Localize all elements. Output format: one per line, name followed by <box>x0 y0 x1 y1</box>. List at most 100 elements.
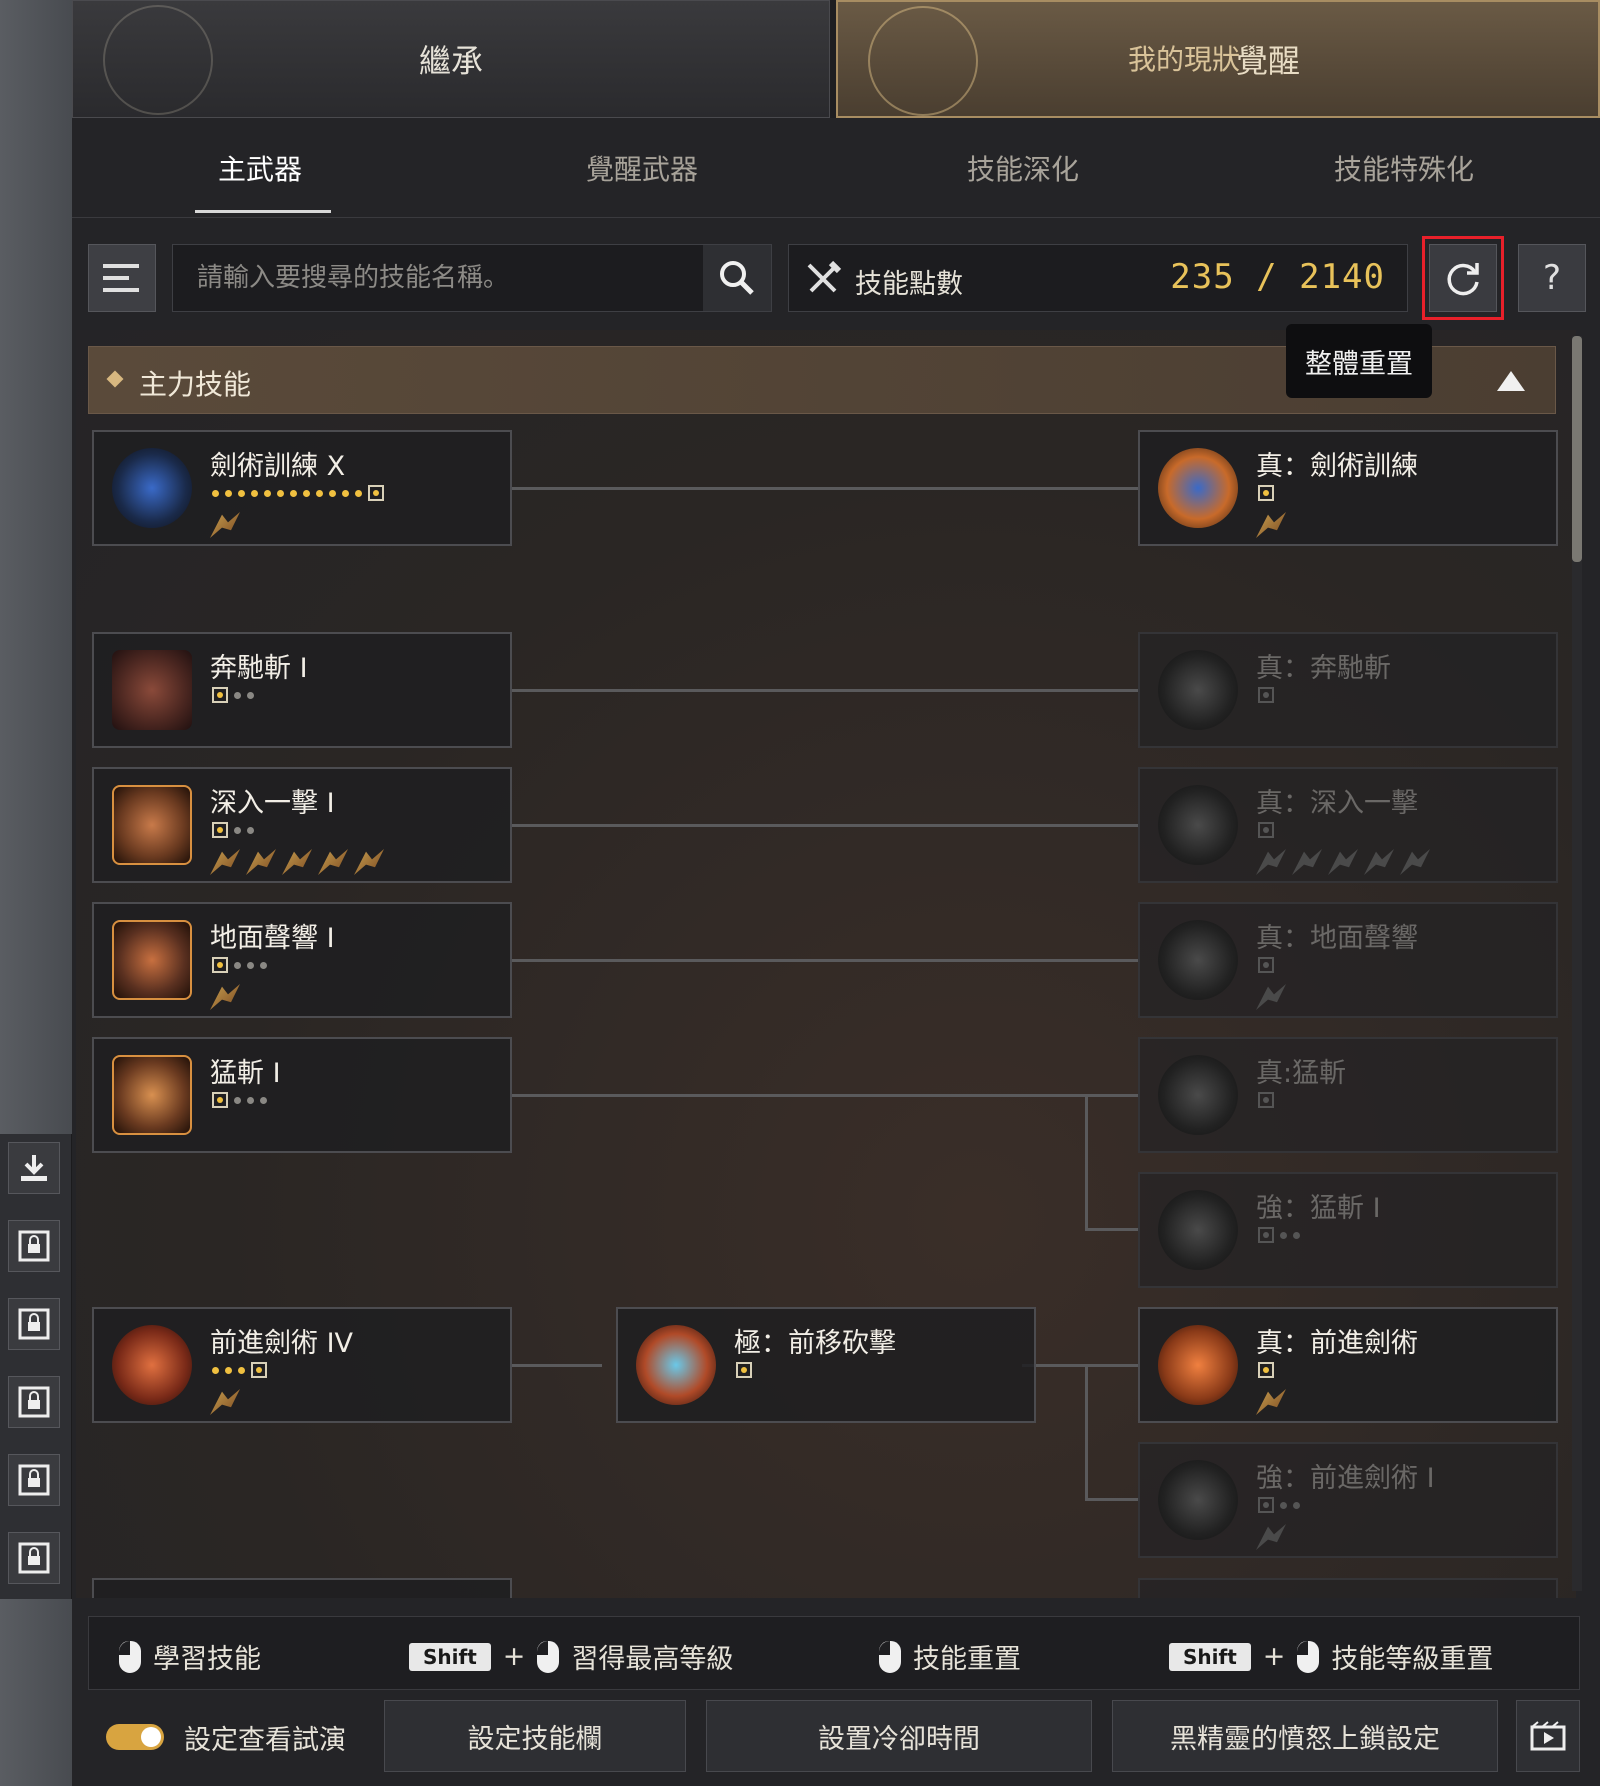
advance-sword-true-icon <box>1158 1325 1238 1405</box>
skill-effects <box>210 1389 240 1415</box>
skill-name: 猛斬 I <box>210 1058 281 1089</box>
status-label: 我的現狀 <box>1128 43 1241 76</box>
rage-lock-button[interactable]: 黑精靈的憤怒上鎖設定 <box>1112 1700 1498 1772</box>
set-skillbar-button[interactable]: 設定技能欄 <box>384 1700 686 1772</box>
tab-awaken[interactable]: 我的現狀 覺醒 <box>836 0 1600 118</box>
gallop-slash-icon <box>112 650 192 730</box>
preset-slot-4[interactable] <box>8 1454 60 1506</box>
effect-icon <box>1364 849 1394 875</box>
skill-card[interactable]: 強：猛斬 I <box>1138 1172 1558 1288</box>
search-button[interactable] <box>703 245 771 311</box>
preset-slot-2[interactable] <box>8 1298 60 1350</box>
skill-card[interactable]: 劍術訓練 X <box>92 430 512 546</box>
tab-inherit[interactable]: 繼承 <box>72 0 830 118</box>
skill-card[interactable]: 真：地面聲響 <box>1138 902 1558 1018</box>
control-hints: 學習技能 Shift + 習得最高等級 技能重置 Shift + 技能等級重置 <box>88 1616 1580 1690</box>
advance-sword-icon <box>112 1325 192 1405</box>
connector-line <box>512 824 1138 827</box>
video-button[interactable] <box>1516 1700 1580 1772</box>
preview-toggle-label: 設定查看試演 <box>184 1725 346 1756</box>
section-title: 主力技能 <box>139 368 252 401</box>
effect-icon <box>1256 849 1286 875</box>
preset-slot-1[interactable] <box>8 1220 60 1272</box>
effect-icon <box>1256 1524 1286 1550</box>
advance-sword-strong-icon <box>1158 1460 1238 1540</box>
skill-name: 強：前進劍術 I <box>1256 1463 1435 1494</box>
lock-icon <box>18 1230 50 1262</box>
preview-toggle[interactable] <box>106 1724 164 1750</box>
video-icon <box>1530 1721 1566 1751</box>
skill-level-dots <box>1258 484 1274 502</box>
skill-card[interactable]: 真:猛斬 <box>1138 1037 1558 1153</box>
tab-skill-deepening[interactable]: 技能深化 <box>967 148 1079 188</box>
download-button[interactable] <box>8 1142 60 1194</box>
twin-sword-emblem-icon <box>868 6 978 116</box>
skill-card[interactable]: 極：前移砍擊 <box>616 1307 1036 1423</box>
ground-roar-true-icon <box>1158 920 1238 1000</box>
menu-button[interactable] <box>88 244 156 312</box>
diamond-icon <box>106 370 124 388</box>
skill-level-dots <box>1258 956 1274 974</box>
skill-name: 真：前進劍術 <box>1256 1328 1418 1359</box>
skill-card-partial[interactable] <box>1138 1578 1558 1598</box>
skill-card[interactable]: 真：劍術訓練 <box>1138 430 1558 546</box>
skill-level-dots <box>212 821 254 839</box>
hint-reset-level: Shift + 技能等級重置 <box>1169 1637 1493 1676</box>
reset-all-button[interactable] <box>1429 244 1497 312</box>
connector-line <box>512 1094 1138 1097</box>
skill-effects <box>1256 984 1286 1010</box>
tab-awaken-label: 覺醒 <box>1235 42 1300 80</box>
download-icon <box>21 1155 47 1181</box>
skill-card[interactable]: 深入一擊 I <box>92 767 512 883</box>
skill-card[interactable]: 真：深入一擊 <box>1138 767 1558 883</box>
skill-level-dots <box>212 1091 267 1109</box>
connector-line <box>512 959 1138 962</box>
search-input[interactable] <box>173 245 703 311</box>
tab-skill-specialization[interactable]: 技能特殊化 <box>1334 148 1474 188</box>
skill-name: 真：深入一擊 <box>1256 788 1418 819</box>
set-cooldown-button[interactable]: 設置冷卻時間 <box>706 1700 1092 1772</box>
skill-card[interactable]: 前進劍術 IV <box>92 1307 512 1423</box>
lock-icon <box>18 1386 50 1418</box>
skill-points-display: 技能點數 235 / 2140 <box>788 244 1408 312</box>
skill-card[interactable]: 地面聲響 I <box>92 902 512 1018</box>
connector-line <box>1085 1498 1138 1501</box>
preset-slot-3[interactable] <box>8 1376 60 1428</box>
skill-name: 真：劍術訓練 <box>1256 451 1418 482</box>
skill-name: 前進劍術 IV <box>210 1328 354 1359</box>
preset-slot-5[interactable] <box>8 1532 60 1584</box>
search-icon <box>720 261 754 295</box>
effect-icon <box>282 849 312 875</box>
tab-awakening-weapon[interactable]: 覺醒武器 <box>586 148 698 188</box>
skill-points-label: 技能點數 <box>855 269 963 300</box>
skill-level-dots <box>1258 1496 1300 1514</box>
effect-icon <box>1328 849 1358 875</box>
help-button[interactable]: ? <box>1518 244 1586 312</box>
skill-card[interactable]: 猛斬 I <box>92 1037 512 1153</box>
connector-line <box>1085 1094 1088 1230</box>
skill-card[interactable]: 真：前進劍術 <box>1138 1307 1558 1423</box>
connector-line <box>512 487 1138 490</box>
skill-name: 深入一擊 I <box>210 788 335 819</box>
skill-card[interactable]: 真：奔馳斬 <box>1138 632 1558 748</box>
collapse-arrow-icon[interactable] <box>1497 371 1525 391</box>
hint-learn-label: 學習技能 <box>153 1644 261 1675</box>
skill-name: 真:猛斬 <box>1256 1058 1347 1089</box>
skill-level-dots <box>1258 1361 1274 1379</box>
connector-line <box>1022 1364 1138 1367</box>
sword-training-true-icon <box>1158 448 1238 528</box>
effect-icon <box>1256 1389 1286 1415</box>
skill-card[interactable]: 奔馳斬 I <box>92 632 512 748</box>
top-tab-bar: 繼承 我的現狀 覺醒 <box>72 0 1600 118</box>
hint-reset-level-label: 技能等級重置 <box>1331 1644 1494 1675</box>
skill-card[interactable]: 強：前進劍術 I <box>1138 1442 1558 1558</box>
scroll-thumb[interactable] <box>1572 336 1582 562</box>
tab-main-weapon[interactable]: 主武器 <box>218 148 302 188</box>
lock-icon <box>18 1542 50 1574</box>
skill-card-partial[interactable] <box>92 1578 512 1598</box>
skill-points-value: 235 / 2140 <box>1170 257 1385 297</box>
plus-sign: + <box>502 1641 526 1672</box>
effect-icon <box>1292 849 1322 875</box>
connector-line <box>512 1364 602 1367</box>
tree-scrollbar[interactable] <box>1572 336 1582 1591</box>
